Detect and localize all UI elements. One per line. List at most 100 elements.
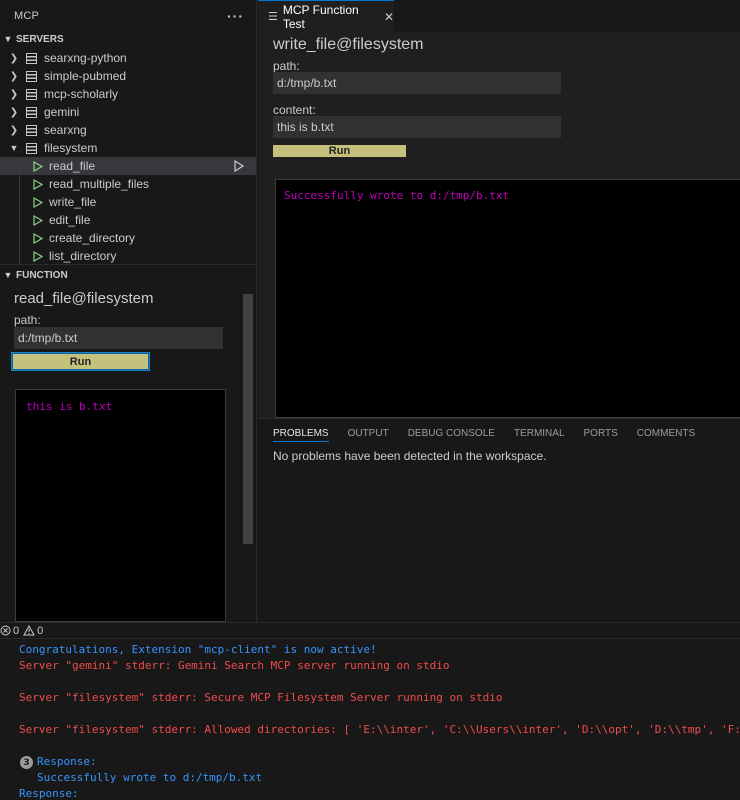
tool-item-label: write_file [49,195,97,209]
chevron-down-icon: ▼ [3,34,13,44]
tool-item-label: read_file [49,159,96,173]
server-item-filesystem[interactable]: ▼ filesystem [0,139,256,157]
mcp-sidebar: MCP ··· ▼ SERVERS ❯ searxng-python ❯ sim… [0,0,257,622]
server-item-simple-pubmed[interactable]: ❯ simple-pubmed [0,67,256,85]
content-input[interactable]: this is b.txt [273,116,561,138]
chevron-down-icon: ▼ [3,270,13,280]
indent-guide [19,247,20,265]
tab-ports[interactable]: PORTS [584,419,618,447]
tab-label: MCP Function Test [282,2,359,31]
indent-guide [19,193,20,211]
console-line: Congratulations, Extension "mcp-client" … [19,643,377,656]
tool-item-list-directory[interactable]: list_directory [0,247,256,265]
chevron-down-icon: ▼ [9,143,19,153]
tab-debug-console[interactable]: DEBUG CONSOLE [408,419,495,447]
server-item-label: mcp-scholarly [44,87,119,101]
tool-item-read-file[interactable]: read_file [0,157,256,175]
server-icon [26,52,37,64]
close-icon[interactable]: ✕ [384,10,394,24]
repeat-count-badge: 3 [20,756,33,769]
play-icon [33,214,43,226]
server-item-searxng[interactable]: ❯ searxng [0,121,256,139]
path-input[interactable]: d:/tmp/b.txt [14,327,223,349]
list-icon: ☰ [268,11,278,23]
run-tool-icon[interactable] [234,160,244,172]
tab-output[interactable]: OUTPUT [348,419,389,447]
indent-guide [19,175,20,193]
tool-item-read-multiple-files[interactable]: read_multiple_files [0,175,256,193]
tool-item-edit-file[interactable]: edit_file [0,211,256,229]
tool-item-label: list_directory [49,249,117,263]
problems-message: No problems have been detected in the wo… [273,449,547,463]
servers-section-label: SERVERS [16,33,64,45]
server-icon [26,124,37,136]
server-item-label: gemini [44,105,80,119]
server-icon [26,88,37,100]
path-label: path: [14,313,41,327]
servers-section-header[interactable]: ▼ SERVERS [0,32,256,46]
output-text: this is b.txt [26,400,113,413]
output-console: Congratulations, Extension "mcp-client" … [0,639,740,800]
content-label: content: [273,103,316,117]
tab-comments[interactable]: COMMENTS [637,419,695,447]
panel-tabs: PROBLEMS OUTPUT DEBUG CONSOLE TERMINAL P… [258,419,740,447]
indent-guide [19,229,20,247]
server-item-gemini[interactable]: ❯ gemini [0,103,256,121]
server-item-label: filesystem [44,141,98,155]
editor-function-title: write_file@filesystem [273,36,424,53]
chevron-right-icon: ❯ [9,70,19,82]
path-input[interactable]: d:/tmp/b.txt [273,72,561,94]
sidebar-title: MCP [14,10,40,22]
function-title: read_file@filesystem [14,290,154,307]
play-icon [33,178,43,190]
play-icon [33,160,43,172]
indent-guide [19,157,20,175]
editor-output: Successfully wrote to d:/tmp/b.txt [275,179,740,418]
more-actions-icon[interactable]: ··· [227,8,244,24]
chevron-right-icon: ❯ [9,124,19,136]
tool-item-create-directory[interactable]: create_directory [0,229,256,247]
tool-item-label: read_multiple_files [49,177,150,191]
tab-problems[interactable]: PROBLEMS [273,419,329,447]
response-label: Response: [37,755,97,768]
function-output: this is b.txt [15,389,226,622]
warning-count: 0 [37,624,44,637]
console-line: Server "filesystem" stderr: Secure MCP F… [19,691,503,704]
error-icon [0,625,11,636]
run-button[interactable]: Run [273,145,406,157]
server-icon [26,106,37,118]
tool-item-label: create_directory [49,231,136,245]
function-panel: ▼ FUNCTION read_file@filesystem path: d:… [0,268,256,622]
tab-bar: ☰ MCP Function Test ✕ [258,0,740,32]
play-icon [33,232,43,244]
server-item-label: simple-pubmed [44,69,127,83]
status-bar: 0 0 [0,622,740,639]
tab-mcp-function-test[interactable]: ☰ MCP Function Test ✕ [258,0,394,32]
chevron-right-icon: ❯ [9,88,19,100]
console-line: Server "filesystem" stderr: Allowed dire… [19,723,740,736]
scrollbar[interactable] [243,294,253,544]
run-button[interactable]: Run [11,352,150,371]
indent-guide [19,211,20,229]
problems-status[interactable]: 0 0 [0,625,43,637]
play-icon [33,250,43,262]
server-icon [26,70,37,82]
tool-item-write-file[interactable]: write_file [0,193,256,211]
bottom-panel: PROBLEMS OUTPUT DEBUG CONSOLE TERMINAL P… [258,418,740,622]
server-item-label: searxng [44,123,87,137]
chevron-right-icon: ❯ [9,52,19,64]
warning-icon [23,625,35,636]
server-item-label: searxng-python [44,51,127,65]
path-label: path: [273,59,300,73]
response-label: Response: [19,787,79,800]
tab-terminal[interactable]: TERMINAL [514,419,565,447]
error-count: 0 [13,624,20,637]
play-icon [33,196,43,208]
response-value: Successfully wrote to d:/tmp/b.txt [37,771,263,784]
chevron-right-icon: ❯ [9,106,19,118]
server-item-searxng-python[interactable]: ❯ searxng-python [0,49,256,67]
section-divider [0,264,256,265]
function-section-header[interactable]: ▼ FUNCTION [0,268,256,282]
server-item-mcp-scholarly[interactable]: ❯ mcp-scholarly [0,85,256,103]
tool-item-label: edit_file [49,213,91,227]
